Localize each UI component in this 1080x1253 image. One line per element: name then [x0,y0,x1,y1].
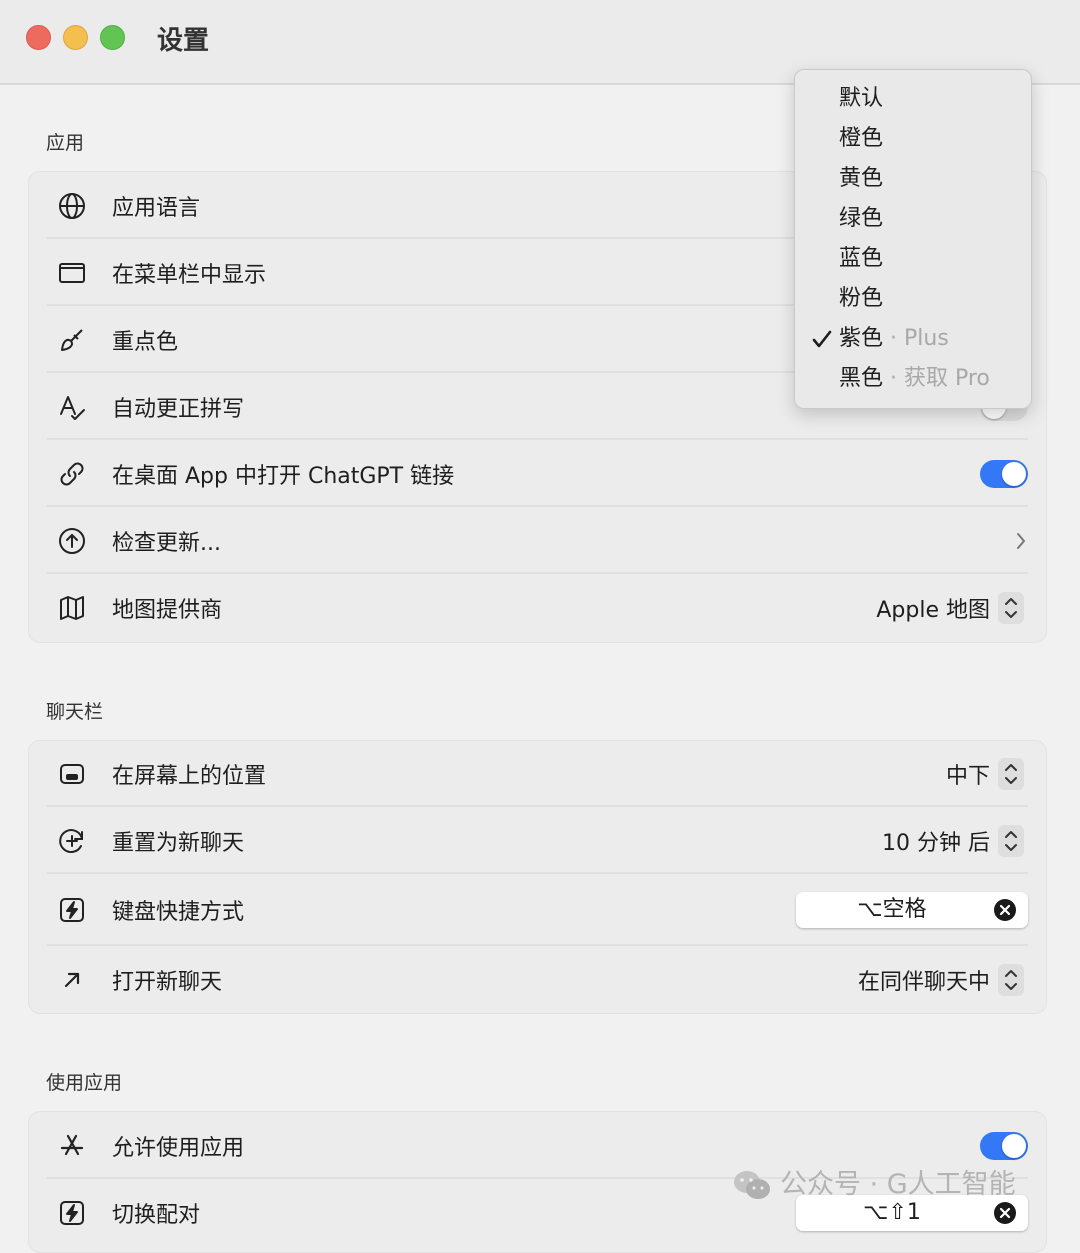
up-down-stepper-icon[interactable] [998,824,1024,857]
section-label-chatbar: 聊天栏 [46,701,104,723]
setting-row-open-links[interactable]: 在桌面 App 中打开 ChatGPT 链接 [29,440,1046,507]
clear-shortcut-icon[interactable] [994,1202,1016,1224]
map-provider-value[interactable]: Apple 地图 [876,592,990,624]
toggle-knob [1002,1133,1026,1158]
setting-row-open-new-chat[interactable]: 打开新聊天 在同伴聊天中 [29,946,1046,1013]
menu-item-pink[interactable]: 粉色 [795,279,1031,319]
watermark-text: 公众号 · G人工智能 [780,1169,1016,1200]
minimize-window-button[interactable] [63,25,88,50]
wechat-icon [732,1169,772,1201]
reset-chat-value[interactable]: 10 分钟 后 [882,825,990,857]
setting-label: 在菜单栏中显示 [112,262,267,288]
window-icon [57,258,87,288]
globe-icon [57,191,87,221]
link-icon [57,459,87,489]
setting-label: 重点色 [112,329,179,355]
menu-item-name: 橙色 [839,126,884,151]
setting-label: 在桌面 App 中打开 ChatGPT 链接 [112,463,455,489]
shortcut-recorder[interactable]: ⌥空格 [796,892,1028,928]
setting-label: 地图提供商 [112,598,223,623]
up-down-stepper-icon[interactable] [998,758,1024,790]
arrow-up-circle-icon [57,526,87,556]
setting-row-screen-position[interactable]: 在屏幕上的位置 中下 [29,741,1046,807]
toggle-knob [1002,461,1026,486]
menu-item-note: · Plus [883,326,949,351]
menu-item-blue[interactable]: 蓝色 [795,239,1031,279]
zoom-window-button[interactable] [100,25,125,50]
spellcheck-icon [57,392,87,422]
setting-label: 键盘快捷方式 [112,900,245,925]
checkmark-icon [811,328,833,350]
bolt-key-icon [57,895,87,925]
section-label-app: 应用 [46,132,85,154]
menu-item-name: 黄色 [839,166,884,191]
menu-item-name: 黑色 · 获取 Pro [839,359,990,399]
accent-color-menu: 默认 橙色 黄色 绿色 蓝色 粉色 紫色 · Plus 黑色 · 获取 Pro [794,69,1032,409]
shortcut-keys: ⌥空格 [857,897,927,922]
new-chat-icon [57,826,87,856]
setting-row-reset-chat[interactable]: 重置为新聊天 10 分钟 后 [29,807,1046,874]
setting-label: 检查更新... [112,530,221,556]
setting-label: 自动更正拼写 [112,396,245,422]
menu-item-color: 紫色 [839,326,884,351]
section-label-use-apps: 使用应用 [46,1072,123,1094]
setting-row-keyboard-shortcut[interactable]: 键盘快捷方式 ⌥空格 [29,874,1046,946]
setting-label: 切换配对 [112,1203,201,1228]
setting-row-map-provider[interactable]: 地图提供商 Apple 地图 [29,574,1046,642]
menu-item-name: 默认 [839,86,884,111]
window-title: 设置 [157,26,210,56]
menu-item-name: 粉色 [839,286,884,311]
up-down-stepper-icon[interactable] [998,963,1024,996]
menu-item-name: 绿色 [839,206,884,231]
menu-item-green[interactable]: 绿色 [795,199,1031,239]
menu-item-default[interactable]: 默认 [795,79,1031,119]
setting-label: 打开新聊天 [112,969,223,995]
setting-label: 重置为新聊天 [112,830,245,856]
setting-label: 应用语言 [112,195,201,221]
menu-item-purple[interactable]: 紫色 · Plus [795,319,1031,359]
menu-item-note: · 获取 Pro [883,366,990,391]
screen-position-icon [57,759,87,789]
paintbrush-icon [57,325,87,355]
setting-label: 允许使用应用 [112,1135,245,1161]
allow-apps-toggle[interactable] [980,1131,1028,1160]
menu-item-name: 蓝色 [839,246,884,271]
bolt-key-icon [57,1198,87,1228]
map-icon [57,593,87,623]
open-links-toggle[interactable] [980,459,1028,488]
clear-shortcut-icon[interactable] [994,899,1016,921]
menu-item-yellow[interactable]: 黄色 [795,159,1031,199]
close-window-button[interactable] [26,25,51,50]
arrow-up-right-icon [57,965,87,995]
screen-position-value[interactable]: 中下 [946,758,990,790]
up-down-stepper-icon[interactable] [998,592,1024,624]
open-new-chat-value[interactable]: 在同伴聊天中 [858,964,990,996]
menu-item-color: 黑色 [839,366,884,391]
chevron-right-icon [1014,530,1028,552]
menu-item-orange[interactable]: 橙色 [795,119,1031,159]
setting-row-check-updates[interactable]: 检查更新... [29,507,1046,574]
menu-item-black[interactable]: 黑色 · 获取 Pro [795,359,1031,399]
menu-item-name: 紫色 · Plus [839,319,949,359]
setting-label: 在屏幕上的位置 [112,764,267,789]
app-store-icon [57,1131,87,1161]
chatbar-settings-group: 在屏幕上的位置 中下 重置为新聊天 10 分钟 后 键盘快捷方式 ⌥空格 打开新… [28,740,1047,1014]
